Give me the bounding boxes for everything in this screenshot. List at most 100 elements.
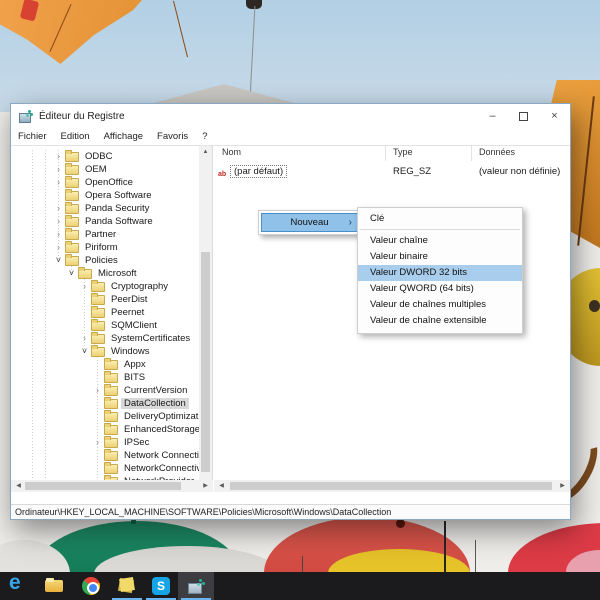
expand-icon[interactable]: › — [91, 436, 104, 449]
tree-item-sqmclient[interactable]: SQMClient — [11, 319, 199, 332]
tree-item-label: Peernet — [111, 307, 145, 318]
tree-item-peernet[interactable]: Peernet — [11, 306, 199, 319]
new-value-submenu: Clé Valeur chaîne Valeur binaire Valeur DWO… — [357, 207, 523, 334]
folder-icon — [91, 319, 105, 331]
tree-item-odbc[interactable]: › ODBC — [11, 150, 199, 163]
submenu-item-valeur-de-cha-ne-extensible[interactable]: Valeur de chaîne extensible — [358, 313, 522, 329]
tree-item-openoffice[interactable]: › OpenOffice — [11, 176, 199, 189]
scroll-up-icon[interactable]: ▲ — [199, 146, 212, 158]
close-button[interactable]: × — [539, 104, 570, 128]
tree-item-peerdist[interactable]: PeerDist — [11, 293, 199, 306]
expand-icon[interactable]: › — [52, 163, 65, 176]
taskbar-item-chrome[interactable] — [73, 572, 109, 600]
column-header-data[interactable]: Données — [479, 147, 515, 157]
list-horizontal-scrollbar[interactable]: ◀ ▶ — [214, 480, 570, 492]
tree-vertical-scrollbar[interactable]: ▲ ▼ — [199, 146, 212, 492]
tree-item-panda-security[interactable]: › Panda Security — [11, 202, 199, 215]
menu-[interactable]: ? — [202, 131, 207, 142]
tree-item-currentversion[interactable]: › CurrentVersion — [11, 384, 199, 397]
submenu-item-valeur-cha-ne[interactable]: Valeur chaîne — [358, 233, 522, 249]
tree-item-label: Microsoft — [98, 268, 137, 279]
scroll-left-icon[interactable]: ◀ — [12, 480, 25, 492]
taskbar — [0, 571, 600, 600]
collapse-icon[interactable]: ˅ — [65, 267, 78, 280]
taskbar-item-regedit[interactable] — [178, 572, 214, 600]
scrollbar-thumb[interactable] — [201, 252, 210, 472]
submenu-item-valeur-de-cha-nes-multiples[interactable]: Valeur de chaînes multiples — [358, 297, 522, 313]
tree-item-label: DataCollection — [121, 398, 189, 409]
taskbar-item-notes[interactable] — [109, 572, 145, 600]
scrollbar-thumb[interactable] — [25, 482, 181, 490]
taskbar-item-skype[interactable] — [143, 572, 179, 600]
menu-affichage[interactable]: Affichage — [104, 131, 143, 142]
folder-icon — [104, 358, 118, 370]
tree-item-network-connections[interactable]: Network Connections — [11, 449, 199, 462]
maximize-button[interactable] — [508, 104, 539, 128]
submenu-item-valeur-dword-32-bits[interactable]: Valeur DWORD 32 bits — [358, 265, 522, 281]
collapse-icon[interactable]: ˅ — [78, 345, 91, 358]
context-menu-item-nouveau[interactable]: Nouveau › — [261, 213, 358, 232]
submenu-item-valeur-binaire[interactable]: Valeur binaire — [358, 249, 522, 265]
tree-item-label: Appx — [124, 359, 146, 370]
expand-icon[interactable]: › — [52, 150, 65, 163]
menu-bar: Fichier Edition Affichage Favoris? — [11, 128, 570, 145]
collapse-icon[interactable]: ˅ — [52, 254, 65, 267]
tree-item-oem[interactable]: › OEM — [11, 163, 199, 176]
expand-icon[interactable]: › — [78, 280, 91, 293]
tree-item-systemcertificates[interactable]: › SystemCertificates — [11, 332, 199, 345]
scroll-right-icon[interactable]: ▶ — [199, 480, 212, 492]
column-separator[interactable] — [471, 146, 472, 161]
list-item[interactable]: ab (par défaut) REG_SZ (valeur non définie) — [214, 165, 570, 179]
expand-icon[interactable]: › — [52, 202, 65, 215]
tree-item-enhancedstoragedevices[interactable]: EnhancedStorageDevices — [11, 423, 199, 436]
menu-fichier[interactable]: Fichier — [18, 131, 47, 142]
scroll-left-icon[interactable]: ◀ — [215, 480, 228, 492]
tree-item-cryptography[interactable]: › Cryptography — [11, 280, 199, 293]
maximize-icon — [519, 111, 528, 121]
tree-item-deliveryoptimization[interactable]: DeliveryOptimization — [11, 410, 199, 423]
registry-tree-pane: › ODBC › OEM › OpenOffice Opera Software › Panda… — [11, 146, 213, 492]
column-separator[interactable] — [385, 146, 386, 161]
tree-item-ipsec[interactable]: › IPSec — [11, 436, 199, 449]
tree-item-networkconnectivitystatusindicator[interactable]: NetworkConnectivityStatusIndicator — [11, 462, 199, 475]
chrome-icon — [82, 577, 100, 595]
expand-icon[interactable]: › — [52, 215, 65, 228]
column-header-name[interactable]: Nom — [222, 147, 241, 157]
tree-item-policies[interactable]: ˅ Policies — [11, 254, 199, 267]
umbrella-hub — [589, 300, 600, 312]
tree-item-label: NetworkConnectivityStatusIndicator — [124, 463, 199, 474]
tree-item-panda-software[interactable]: › Panda Software — [11, 215, 199, 228]
column-header-type[interactable]: Type — [393, 147, 413, 157]
tree-item-bits[interactable]: BITS — [11, 371, 199, 384]
menu-favoris[interactable]: Favoris — [157, 131, 188, 142]
tree-horizontal-scrollbar[interactable]: ◀ ▶ — [11, 480, 213, 492]
tree-item-piriform[interactable]: › Piriform — [11, 241, 199, 254]
edge-icon — [8, 571, 26, 595]
tree-item-partner[interactable]: › Partner — [11, 228, 199, 241]
tree-item-label: ODBC — [85, 151, 113, 162]
minimize-button[interactable]: – — [477, 104, 508, 128]
tree-item-label: IPSec — [124, 437, 150, 448]
menu-edition[interactable]: Edition — [61, 131, 90, 142]
tree-item-microsoft[interactable]: ˅ Microsoft — [11, 267, 199, 280]
folder-icon — [65, 241, 79, 253]
expand-icon[interactable]: › — [52, 241, 65, 254]
scroll-right-icon[interactable]: ▶ — [556, 480, 569, 492]
expand-icon[interactable]: › — [91, 384, 104, 397]
tree-item-opera-software[interactable]: Opera Software — [11, 189, 199, 202]
submenu-item-cl[interactable]: Clé — [358, 211, 522, 227]
tree-item-datacollection[interactable]: DataCollection — [11, 397, 199, 410]
taskbar-item-explorer[interactable] — [36, 572, 72, 600]
submenu-item-valeur-qword-64-bits[interactable]: Valeur QWORD (64 bits) — [358, 281, 522, 297]
tree-item-windows[interactable]: ˅ Windows — [11, 345, 199, 358]
expand-icon[interactable]: › — [52, 176, 65, 189]
title-bar[interactable]: Éditeur du Registre – × — [11, 104, 570, 128]
expand-icon[interactable]: › — [78, 332, 91, 345]
regedit-icon — [187, 577, 205, 595]
taskbar-item-edge[interactable] — [0, 571, 35, 600]
expand-icon[interactable]: › — [52, 228, 65, 241]
tree-item-label: Panda Security — [85, 203, 150, 214]
scrollbar-thumb[interactable] — [230, 482, 552, 490]
tree-item-appx[interactable]: Appx — [11, 358, 199, 371]
umbrella-hub — [396, 519, 405, 528]
